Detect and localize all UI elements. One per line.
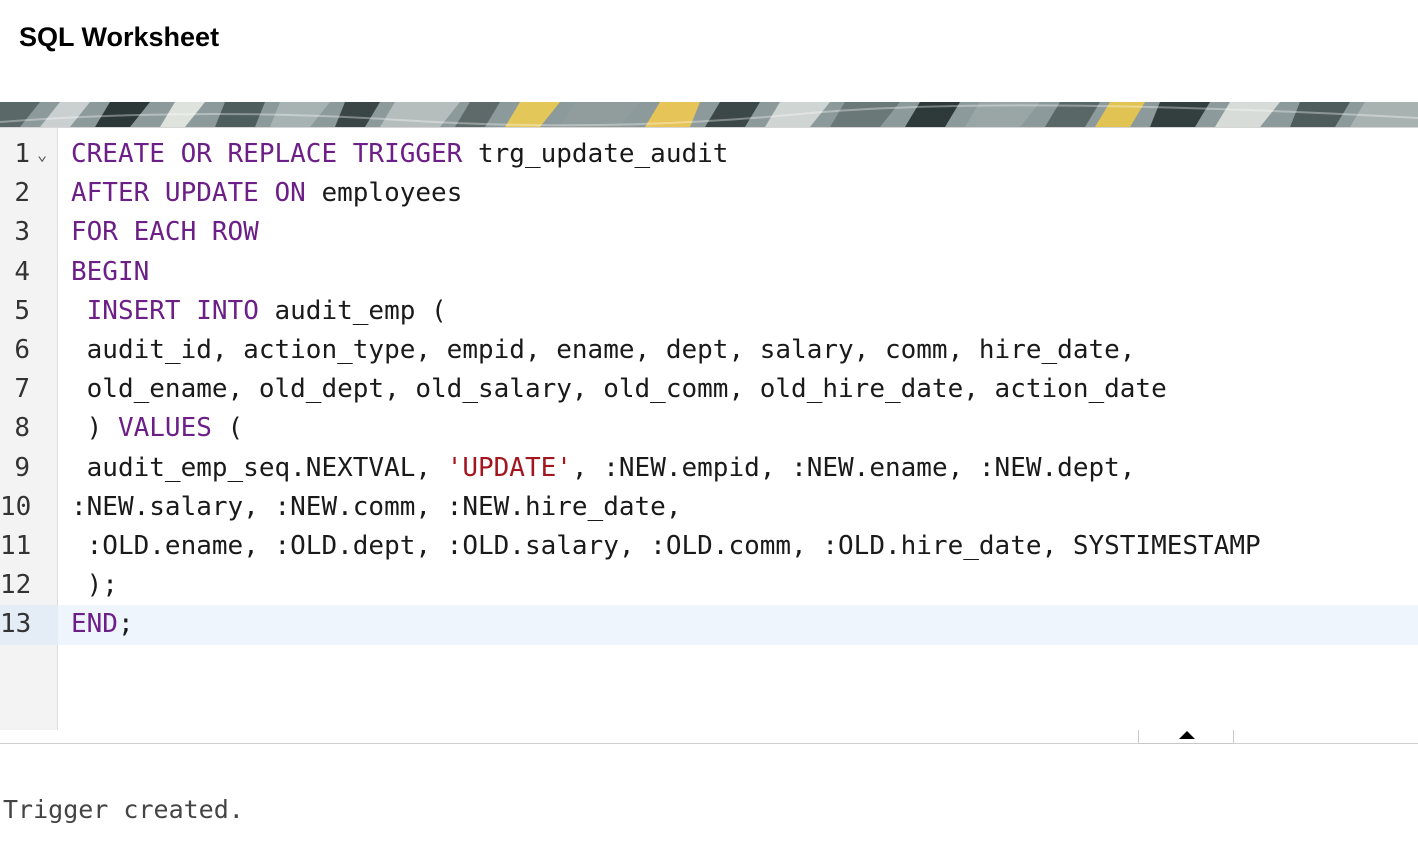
code-line[interactable]: 7 old_ename, old_dept, old_salary, old_c… bbox=[0, 370, 1418, 409]
sql-text: trg_update_audit bbox=[462, 139, 729, 169]
code-text: :NEW.salary, :NEW.comm, :NEW.hire_date, bbox=[71, 488, 681, 527]
code-line[interactable]: 8 ) VALUES ( bbox=[0, 409, 1418, 448]
code-text: audit_id, action_type, empid, ename, dep… bbox=[71, 331, 1136, 370]
code-text: CREATE OR REPLACE TRIGGER trg_update_aud… bbox=[71, 135, 728, 174]
code-line[interactable]: 12 ); bbox=[0, 566, 1418, 605]
pane-splitter[interactable] bbox=[0, 730, 1418, 744]
code-line[interactable]: 13 END; bbox=[0, 605, 1418, 645]
sql-keyword: INSERT INTO bbox=[86, 295, 259, 326]
sql-keyword: CREATE OR REPLACE TRIGGER bbox=[71, 139, 463, 169]
code-text: INSERT INTO audit_emp ( bbox=[71, 292, 447, 331]
code-line[interactable]: 6 audit_id, action_type, empid, ename, d… bbox=[0, 331, 1418, 370]
output-message: Trigger created. bbox=[3, 795, 244, 824]
line-number: 13 bbox=[0, 605, 58, 645]
line-number: 1 bbox=[14, 139, 30, 169]
code-line[interactable]: 2 AFTER UPDATE ON employees bbox=[0, 174, 1418, 213]
sql-text: :NEW.salary, :NEW.comm, :NEW.hire_date, bbox=[71, 491, 682, 522]
code-text: END; bbox=[71, 605, 134, 644]
code-text: ); bbox=[71, 566, 118, 605]
line-number: 4 bbox=[14, 256, 30, 287]
worksheet-header: SQL Worksheet bbox=[0, 0, 1418, 102]
sql-text: ( bbox=[211, 413, 244, 444]
code-text: audit_emp_seq.NEXTVAL, 'UPDATE', :NEW.em… bbox=[71, 449, 1136, 488]
line-number: 11 bbox=[0, 531, 32, 561]
code-editor[interactable]: 1 ⌄ CREATE OR REPLACE TRIGGER trg_update_a… bbox=[0, 127, 1418, 731]
chevron-down-icon[interactable]: ⌄ bbox=[37, 136, 47, 175]
code-line[interactable]: 4 BEGIN bbox=[0, 253, 1418, 292]
sql-keyword: BEGIN bbox=[71, 256, 150, 287]
code-text: :OLD.ename, :OLD.dept, :OLD.salary, :OLD… bbox=[71, 527, 1261, 566]
decorative-banner bbox=[0, 102, 1418, 127]
line-number: 8 bbox=[14, 413, 30, 444]
line-number: 9 bbox=[14, 452, 30, 483]
code-text: BEGIN bbox=[71, 253, 149, 292]
sql-text: , :NEW.empid, :NEW.ename, :NEW.dept, bbox=[571, 452, 1136, 483]
output-pane: Trigger created. bbox=[0, 745, 1418, 861]
banner-pattern bbox=[0, 102, 1418, 127]
sql-text: audit_emp ( bbox=[258, 295, 447, 326]
code-text: old_ename, old_dept, old_salary, old_com… bbox=[71, 370, 1167, 409]
collapse-output-button[interactable] bbox=[1138, 730, 1234, 744]
sql-text: employees bbox=[305, 178, 463, 209]
sql-keyword: END bbox=[71, 609, 118, 640]
code-line[interactable]: 11 :OLD.ename, :OLD.dept, :OLD.salary, :… bbox=[0, 527, 1418, 566]
code-text: ) VALUES ( bbox=[71, 409, 244, 448]
sql-text: audit_emp_seq.NEXTVAL, bbox=[71, 452, 447, 483]
line-number: 12 bbox=[0, 570, 32, 601]
code-line[interactable]: 9 audit_emp_seq.NEXTVAL, 'UPDATE', :NEW.… bbox=[0, 449, 1418, 488]
sql-text: ; bbox=[117, 609, 134, 640]
sql-string: 'UPDATE' bbox=[446, 452, 572, 483]
sql-text: old_ename, old_dept, old_salary, old_com… bbox=[71, 374, 1167, 405]
line-number: 5 bbox=[14, 295, 30, 326]
caret-up-icon bbox=[1179, 731, 1195, 739]
code-line[interactable]: 5 INSERT INTO audit_emp ( bbox=[0, 292, 1418, 331]
sql-keyword: AFTER UPDATE ON bbox=[71, 178, 306, 209]
line-number: 6 bbox=[14, 335, 30, 365]
code-line[interactable]: 10 :NEW.salary, :NEW.comm, :NEW.hire_date… bbox=[0, 488, 1418, 527]
code-text: AFTER UPDATE ON employees bbox=[71, 174, 462, 213]
sql-text: ); bbox=[71, 570, 118, 601]
line-number: 3 bbox=[14, 217, 30, 248]
line-number: 10 bbox=[0, 491, 32, 522]
sql-keyword: FOR EACH ROW bbox=[71, 217, 259, 248]
sql-text: audit_id, action_type, empid, ename, dep… bbox=[71, 335, 1136, 365]
page-title: SQL Worksheet bbox=[19, 22, 220, 52]
sql-keyword: VALUES bbox=[117, 413, 212, 444]
line-number: 7 bbox=[14, 374, 30, 405]
code-line[interactable]: 1 ⌄ CREATE OR REPLACE TRIGGER trg_update_a… bbox=[0, 135, 1418, 174]
sql-text: ) bbox=[71, 413, 118, 444]
code-line[interactable]: 3 FOR EACH ROW bbox=[0, 213, 1418, 252]
code-text: FOR EACH ROW bbox=[71, 213, 259, 252]
sql-text: :OLD.ename, :OLD.dept, :OLD.salary, :OLD… bbox=[71, 531, 1261, 561]
line-number: 2 bbox=[14, 178, 30, 209]
